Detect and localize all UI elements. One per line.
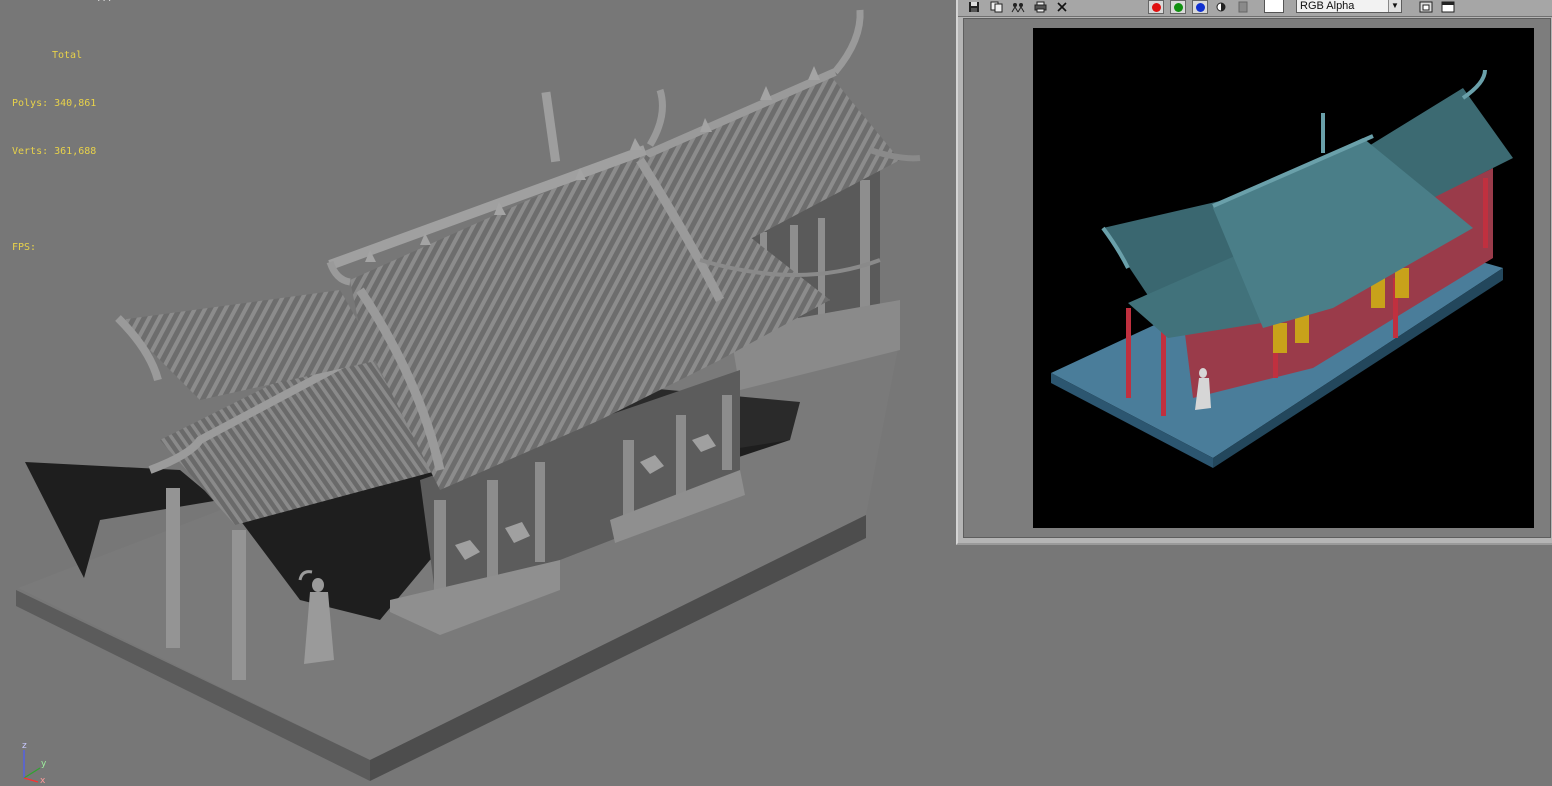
restore-icon[interactable] — [1418, 0, 1434, 14]
stats-total-label: Total — [52, 50, 83, 61]
clear-icon[interactable] — [1054, 0, 1070, 14]
stats-spacer — [12, 192, 96, 208]
stats-verts: Verts: 361,688 — [12, 146, 97, 157]
display-channel-value: RGB Alpha — [1300, 0, 1355, 12]
axis-y-label: y — [41, 759, 47, 769]
color-swatch[interactable] — [1264, 0, 1284, 13]
rendered-pavilion — [1051, 69, 1513, 468]
rendered-image — [1033, 28, 1534, 528]
main-roof-upturn-right — [646, 88, 666, 147]
save-icon[interactable] — [966, 0, 982, 14]
maximize-icon[interactable] — [1440, 0, 1456, 14]
stats-fps: FPS: — [12, 242, 37, 253]
green-channel-icon[interactable] — [1170, 0, 1186, 14]
axis-z-label: z — [22, 741, 27, 751]
clone-icon[interactable] — [1010, 0, 1026, 14]
red-channel-icon[interactable] — [1148, 0, 1164, 14]
rendered-frame-window[interactable]: RGB Alpha ▼ — [956, 0, 1552, 545]
render-toolbar: RGB Alpha ▼ — [958, 0, 1552, 17]
chevron-down-icon[interactable]: ▼ — [1388, 0, 1401, 12]
viewport-scene — [16, 9, 921, 781]
viewport-label-cut[interactable]: ... — [96, 0, 136, 4]
copy-icon[interactable] — [988, 0, 1004, 14]
blue-channel-icon[interactable] — [1192, 0, 1208, 14]
stats-polys: Polys: 340,861 — [12, 98, 97, 109]
render-upturn — [1461, 69, 1487, 100]
axis-tripod-icon: z y x — [22, 741, 47, 784]
viewport-statistics: Total Polys: 340,861 Verts: 361,688 FPS: — [12, 16, 96, 288]
rear-roof-upturn — [832, 9, 864, 75]
monochrome-icon[interactable] — [1235, 0, 1251, 14]
render-finial — [1321, 113, 1325, 153]
ridge-finial — [541, 91, 561, 163]
axis-x-label: x — [40, 776, 46, 784]
display-channel-select[interactable]: RGB Alpha ▼ — [1296, 0, 1402, 13]
print-icon[interactable] — [1032, 0, 1048, 14]
alpha-channel-icon[interactable] — [1213, 0, 1229, 14]
